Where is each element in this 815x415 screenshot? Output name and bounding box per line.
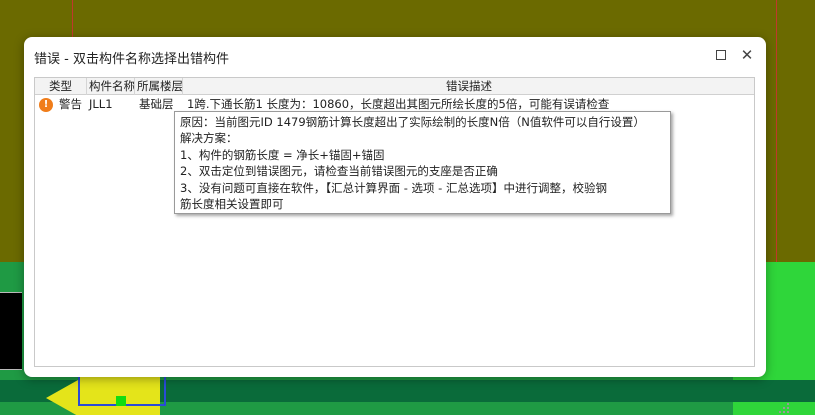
background-yellow-arrow: [46, 380, 78, 415]
close-button[interactable]: ✕: [739, 47, 755, 63]
column-header-description[interactable]: 错误描述: [183, 78, 755, 95]
resize-grip-dot: [783, 411, 785, 413]
resize-grip-dot: [787, 403, 789, 405]
tooltip-line: 2、双击定位到错误图元，请检查当前错误图元的支座是否正确: [180, 164, 498, 179]
column-header-floor[interactable]: 所属楼层: [135, 78, 183, 95]
background-black-block: [0, 292, 22, 370]
maximize-icon: [716, 50, 726, 60]
resize-grip-dot: [787, 407, 789, 409]
tooltip-line: 1、构件的钢筋长度 = 净长+锚固+锚固: [180, 147, 385, 162]
resize-grip-dot: [783, 407, 785, 409]
row-component-name[interactable]: JLL1: [89, 96, 113, 113]
tooltip-line: 原因：当前图元ID 1479钢筋计算长度超出了实际绘制的长度N倍（N值软件可以自…: [180, 115, 645, 129]
table-header: 类型 构件名称 所属楼层 错误描述: [35, 78, 754, 95]
tooltip-line: 3、没有问题可直接在软件，【汇总计算界面 - 选项 - 汇总选项】中进行调整，校…: [180, 180, 607, 195]
error-tooltip: 原因：当前图元ID 1479钢筋计算长度超出了实际绘制的长度N倍（N值软件可以自…: [174, 111, 671, 214]
column-header-type[interactable]: 类型: [35, 78, 87, 95]
dialog-title: 错误 - 双击构件名称选择出错构件: [34, 52, 229, 67]
resize-grip-dot: [787, 411, 789, 413]
resize-grip-dot: [779, 411, 781, 413]
maximize-button[interactable]: [713, 47, 729, 63]
resize-grip[interactable]: [779, 403, 789, 413]
row-type: 警告: [59, 97, 82, 111]
close-icon: ✕: [740, 46, 754, 64]
dialog-titlebar[interactable]: 错误 - 双击构件名称选择出错构件 ✕: [24, 37, 766, 75]
warning-icon: !: [39, 98, 53, 112]
column-header-name[interactable]: 构件名称: [87, 78, 135, 95]
row-floor: 基础层: [139, 97, 174, 111]
tooltip-line: 解决方案：: [180, 131, 238, 146]
background-green-grip[interactable]: [116, 396, 126, 406]
tooltip-line: 筋长度相关设置即可: [180, 197, 284, 212]
